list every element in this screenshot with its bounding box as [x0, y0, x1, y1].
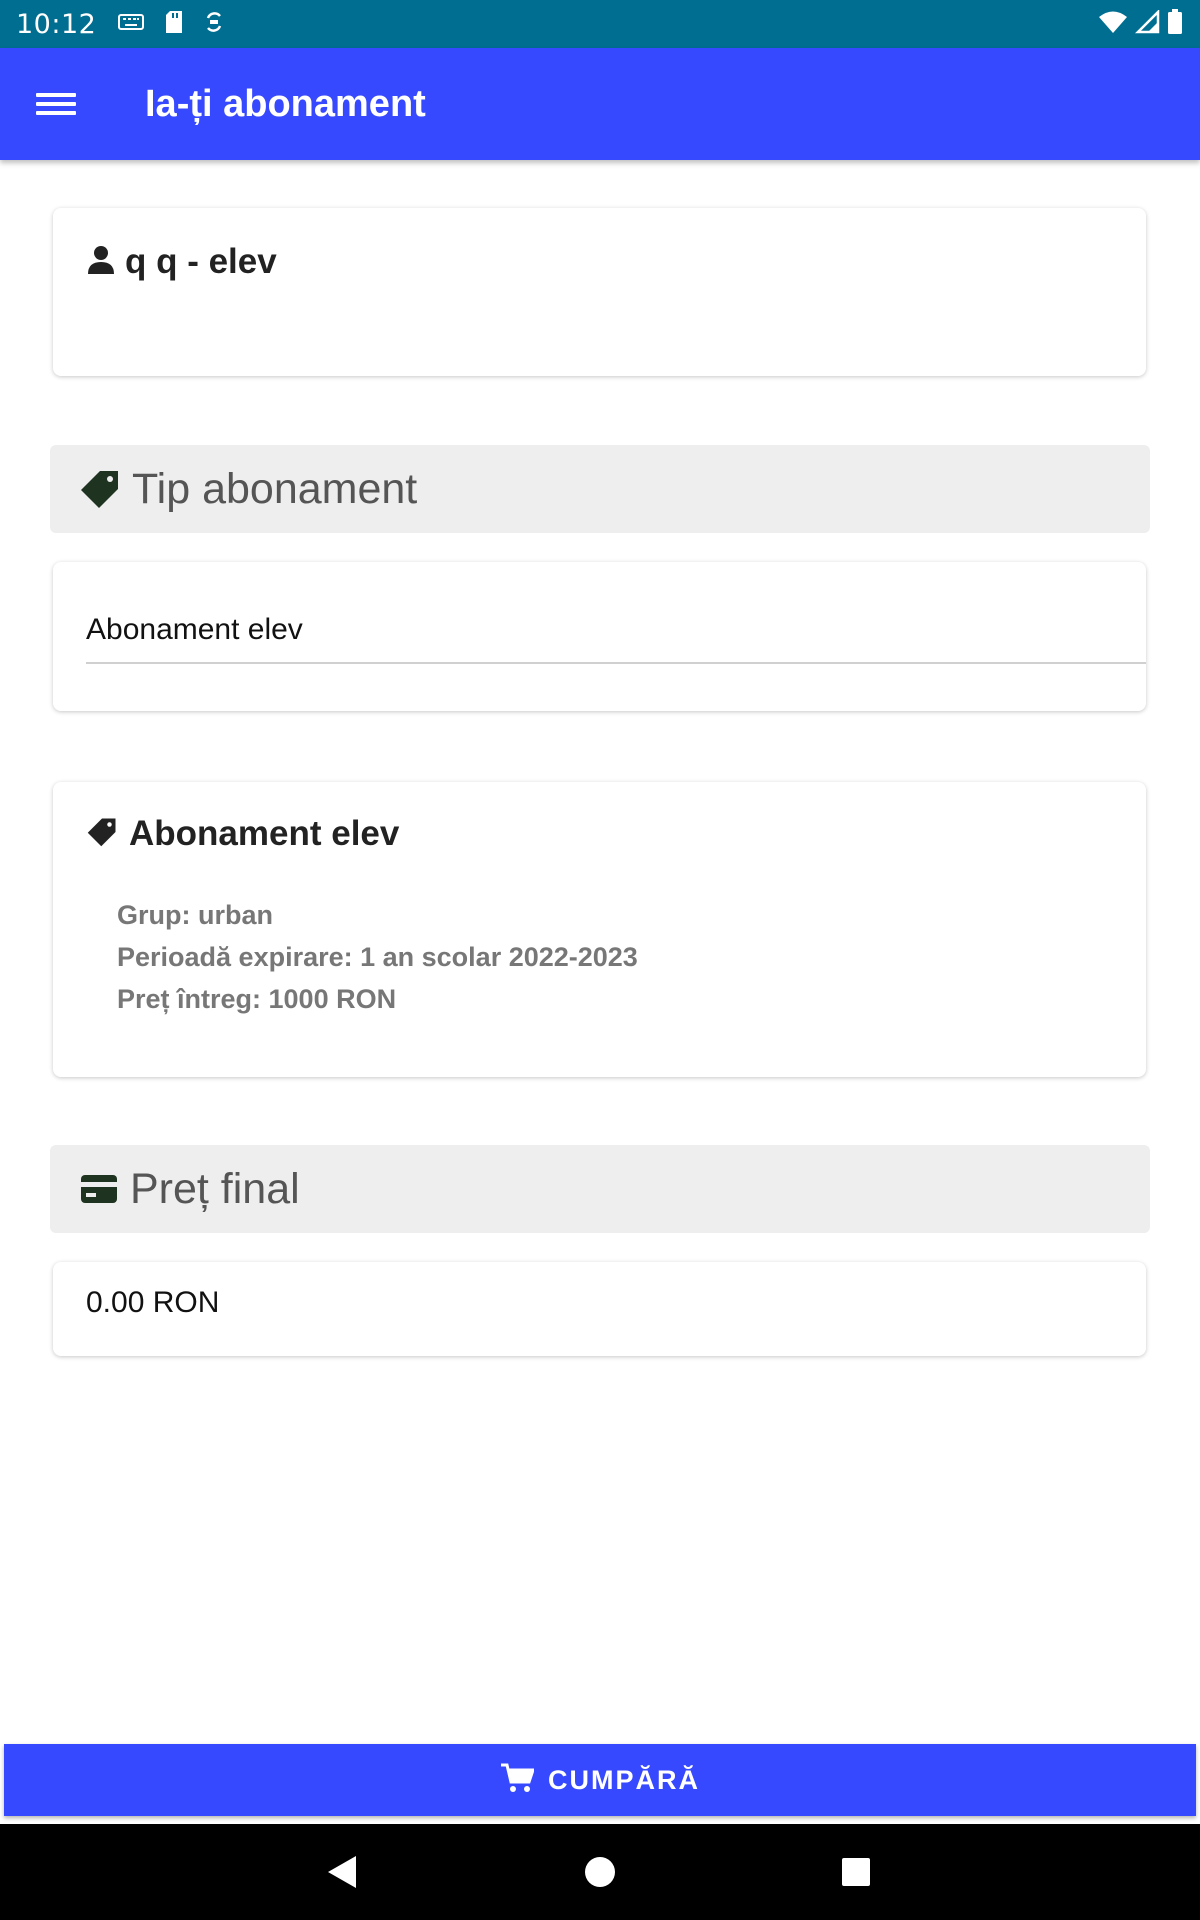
tag-icon	[87, 817, 117, 852]
battery-icon	[1166, 8, 1184, 40]
status-time: 10:12	[16, 8, 97, 40]
sd-card-icon	[164, 10, 184, 39]
buy-button-label: CUMPĂRĂ	[548, 1764, 700, 1795]
group-text: Grup: urban	[117, 900, 273, 930]
person-icon	[87, 245, 115, 280]
final-price-value: 0.00 RON	[86, 1286, 220, 1319]
subscription-details-list: Grup: urban Perioadă expirare: 1 an scol…	[117, 894, 638, 1020]
buy-button[interactable]: CUMPĂRĂ	[4, 1744, 1196, 1816]
subscription-type-card: Abonament elev	[53, 562, 1146, 711]
system-icons	[1098, 0, 1184, 48]
final-price-header: Preț final	[50, 1145, 1150, 1233]
notification-icons	[118, 10, 224, 39]
page-title: Ia-ți abonament	[145, 82, 426, 125]
subscription-details-card: Abonament elev Grup: urban Perioadă expi…	[53, 782, 1146, 1077]
home-icon[interactable]	[576, 1848, 624, 1896]
credit-card-icon	[80, 1174, 118, 1204]
final-price-card: 0.00 RON	[53, 1262, 1146, 1356]
hamburger-menu-icon[interactable]	[36, 88, 76, 120]
sync-icon	[204, 10, 224, 39]
subscription-type-select[interactable]: Abonament elev	[86, 598, 1146, 664]
app-bar: Ia-ți abonament	[0, 48, 1200, 160]
keyboard-icon	[118, 12, 145, 37]
final-price-label: Preț final	[130, 1164, 300, 1213]
subscription-details-title: Abonament elev	[129, 814, 400, 853]
expiry-text: Perioadă expirare: 1 an scolar 2022-2023	[117, 942, 638, 972]
subscription-type-header: Tip abonament	[50, 445, 1150, 533]
tag-icon	[80, 469, 120, 509]
full-price-text: Preț întreg: 1000 RON	[117, 984, 397, 1014]
status-bar: 10:12	[0, 0, 1200, 48]
user-name: q q - elev	[125, 242, 277, 281]
wifi-icon	[1098, 10, 1128, 39]
signal-icon	[1134, 8, 1160, 39]
subscription-type-label: Tip abonament	[132, 464, 418, 513]
navigation-bar	[0, 1824, 1200, 1920]
recents-icon[interactable]	[832, 1848, 880, 1896]
cart-icon	[500, 1763, 536, 1798]
user-card: q q - elev	[53, 208, 1146, 376]
back-icon[interactable]	[318, 1848, 366, 1896]
